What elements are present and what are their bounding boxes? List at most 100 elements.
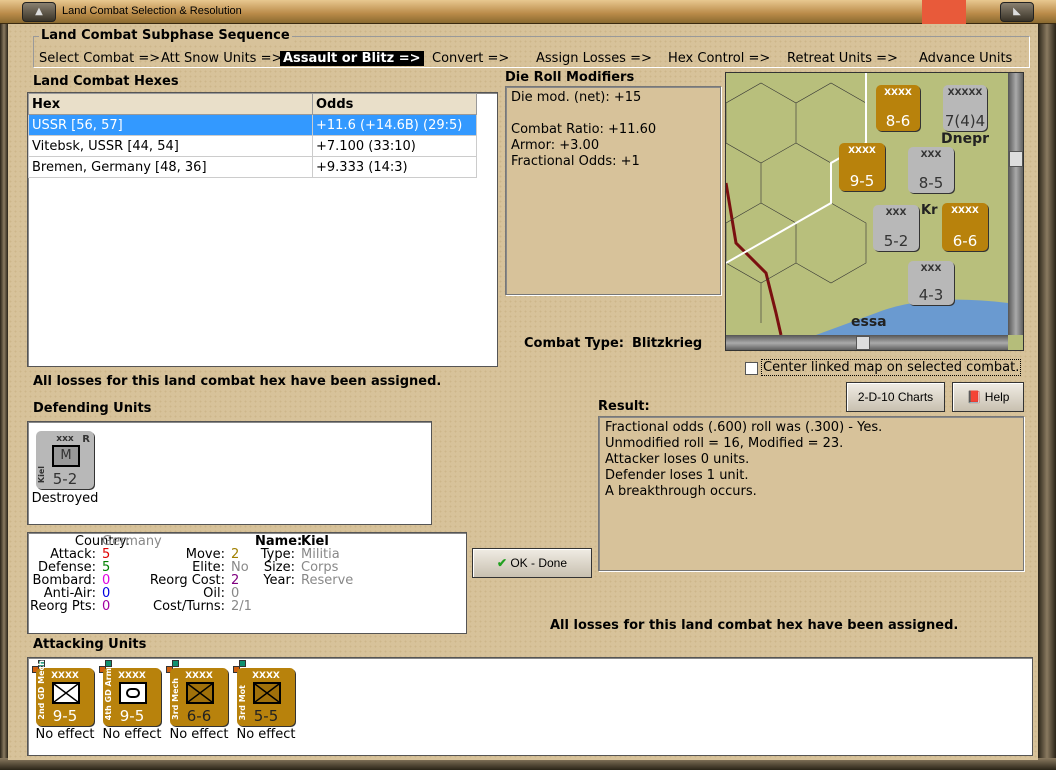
unit-status: No effect	[236, 727, 296, 742]
result-label: Result:	[598, 399, 650, 414]
unit-strength: 6-6	[186, 707, 212, 725]
help-label: Help	[984, 390, 1010, 404]
unit-strength: 5-2	[52, 470, 78, 488]
reserve-marker: R	[82, 434, 90, 445]
map-counter[interactable]: XXXX 6-6	[942, 203, 988, 251]
attacking-label: Attacking Units	[33, 637, 147, 652]
combat-type-value: Blitzkrieg	[632, 336, 703, 351]
fractional-odds-line: Fractional Odds: +1	[511, 154, 640, 169]
step-assault-or-blitz: Assault or Blitz =>	[280, 51, 424, 66]
year-value: Reserve	[301, 573, 354, 588]
reorg-pts-value: 0	[102, 599, 111, 614]
combat-ratio-line: Combat Ratio: +11.60	[511, 122, 657, 137]
result-line: Defender loses 1 unit.	[605, 468, 749, 483]
defending-units-box: xxx R M Kiel 5-2 Destroyed	[27, 421, 432, 525]
table-row[interactable]: Bremen, Germany [48, 36] +9.333 (14:3)	[28, 156, 477, 178]
defending-label: Defending Units	[33, 401, 152, 416]
map-vertical-scrollbar[interactable]	[1008, 73, 1023, 335]
motorized-symbol-icon	[253, 682, 281, 704]
scroll-thumb[interactable]	[856, 336, 870, 350]
mech-symbol-icon	[186, 682, 214, 704]
status-dot	[239, 660, 246, 667]
checkmark-icon: ✔	[496, 556, 507, 570]
attacker-counter[interactable]: XXXX 2nd GD Mech 9-5	[36, 660, 94, 726]
center-map-checkbox[interactable]	[745, 362, 758, 375]
hexes-table: Hex Odds USSR [56, 57] +11.6 (+14.6B) (29:…	[27, 92, 498, 367]
unit-info-box: Country: Germany Attack: 5 Defense: 5 Bomba…	[27, 532, 467, 634]
status-dot	[105, 660, 112, 667]
die-roll-label: Die Roll Modifiers	[505, 70, 635, 85]
close-button[interactable]	[922, 0, 966, 24]
map-counter[interactable]: XXXXX 7(4)4	[943, 85, 987, 131]
unit-size: XXXX	[252, 671, 280, 681]
subphase-title: Land Combat Subphase Sequence	[39, 28, 292, 43]
result-line: Attacker loses 0 units.	[605, 452, 750, 467]
scroll-thumb[interactable]	[1009, 151, 1023, 167]
attacker-counter[interactable]: XXXX 3rd Mot 5-5	[237, 668, 295, 726]
country-value: Germany	[102, 534, 162, 549]
combat-type-label: Combat Type:	[524, 336, 624, 351]
col-odds[interactable]: Odds	[312, 93, 477, 115]
odds-cell: +11.6 (+14.6B) (29:5)	[312, 114, 477, 136]
die-mod-line: Die mod. (net): +15	[511, 90, 642, 105]
unit-strength: 5-5	[253, 707, 279, 725]
odds-cell: +9.333 (14:3)	[312, 156, 477, 178]
unit-status: No effect	[169, 727, 229, 742]
step-assign-losses: Assign Losses =>	[536, 51, 652, 66]
ok-label: OK - Done	[510, 556, 568, 570]
map-counter[interactable]: XXXX 8-6	[876, 85, 920, 131]
militia-symbol-icon: M	[52, 445, 80, 467]
restore-button[interactable]: ◣	[1000, 2, 1034, 22]
help-button[interactable]: 📕 Help	[952, 382, 1024, 412]
unit-strength: 9-5	[119, 707, 145, 725]
table-row[interactable]: USSR [56, 57] +11.6 (+14.6B) (29:5)	[28, 114, 477, 136]
result-box: Fractional odds (.600) roll was (.300) -…	[598, 416, 1024, 571]
unit-status: No effect	[102, 727, 162, 742]
title-bar: ▲ Land Combat Selection & Resolution ◣	[0, 0, 1056, 24]
defender-counter[interactable]: xxx R M Kiel 5-2	[36, 431, 94, 489]
unit-status: Destroyed	[31, 491, 99, 506]
minimize-button[interactable]: ▲	[22, 2, 56, 22]
charts-button[interactable]: 2-D-10 Charts	[846, 382, 945, 412]
map-counter[interactable]: XXXX 9-5	[839, 143, 885, 191]
result-line: Unmodified roll = 16, Modified = 23.	[605, 436, 844, 451]
mech-symbol-icon	[52, 682, 80, 704]
window-title: Land Combat Selection & Resolution	[62, 5, 242, 17]
map-horizontal-scrollbar[interactable]	[726, 335, 1008, 350]
linked-map[interactable]: XXXX 8-6 XXXXX 7(4)4 XXXX 9-5 XXX 8-5 XXX 5-2…	[725, 72, 1024, 351]
step-convert: Convert =>	[432, 51, 510, 66]
losses-message: All losses for this land combat hex have…	[33, 374, 442, 389]
help-book-icon: 📕	[966, 390, 982, 404]
die-roll-box: Die mod. (net): +15 Combat Ratio: +11.60…	[505, 86, 721, 295]
hex-cell: Bremen, Germany [48, 36]	[28, 156, 313, 178]
col-hex[interactable]: Hex	[28, 93, 313, 115]
map-label: essa	[851, 314, 887, 330]
losses-message-2: All losses for this land combat hex have…	[550, 618, 959, 633]
armor-symbol-icon	[119, 682, 147, 704]
unit-status: No effect	[35, 727, 95, 742]
odds-cell: +7.100 (33:10)	[312, 135, 477, 157]
cost-turns-value: 2/1	[231, 599, 252, 614]
window-frame	[1038, 24, 1056, 770]
map-label: Kr	[921, 203, 938, 218]
step-advance-units: Advance Units	[919, 51, 1013, 66]
hex-cell: Vitebsk, USSR [44, 54]	[28, 135, 313, 157]
attacker-counter[interactable]: XXXX 4th GD Arm 9-5	[103, 668, 161, 726]
step-att-snow-units: Att Snow Units =>	[161, 51, 283, 66]
map-counter[interactable]: XXX 8-5	[908, 147, 954, 193]
map-counter[interactable]: XXX 4-3	[908, 261, 954, 305]
step-hex-control: Hex Control =>	[668, 51, 771, 66]
attacker-counter[interactable]: XXXX 3rd Mech 6-6	[170, 668, 228, 726]
ok-done-button[interactable]: ✔ OK - Done	[472, 548, 592, 578]
table-row[interactable]: Vitebsk, USSR [44, 54] +7.100 (33:10)	[28, 135, 477, 157]
attacking-units-box: XXXX 2nd GD Mech 9-5 No effect XXXX 4th …	[27, 657, 1033, 756]
status-dot	[172, 660, 179, 667]
map-counter-attacked[interactable]: XXX 5-2	[873, 205, 919, 251]
hexes-label: Land Combat Hexes	[33, 74, 179, 89]
center-map-label[interactable]: Center linked map on selected combat.	[761, 359, 1022, 376]
unit-strength: 9-5	[52, 707, 78, 725]
step-select-combat: Select Combat =>	[39, 51, 161, 66]
armor-line: Armor: +3.00	[511, 138, 600, 153]
map-label: Dnepr	[941, 131, 990, 147]
window-frame	[0, 24, 8, 770]
